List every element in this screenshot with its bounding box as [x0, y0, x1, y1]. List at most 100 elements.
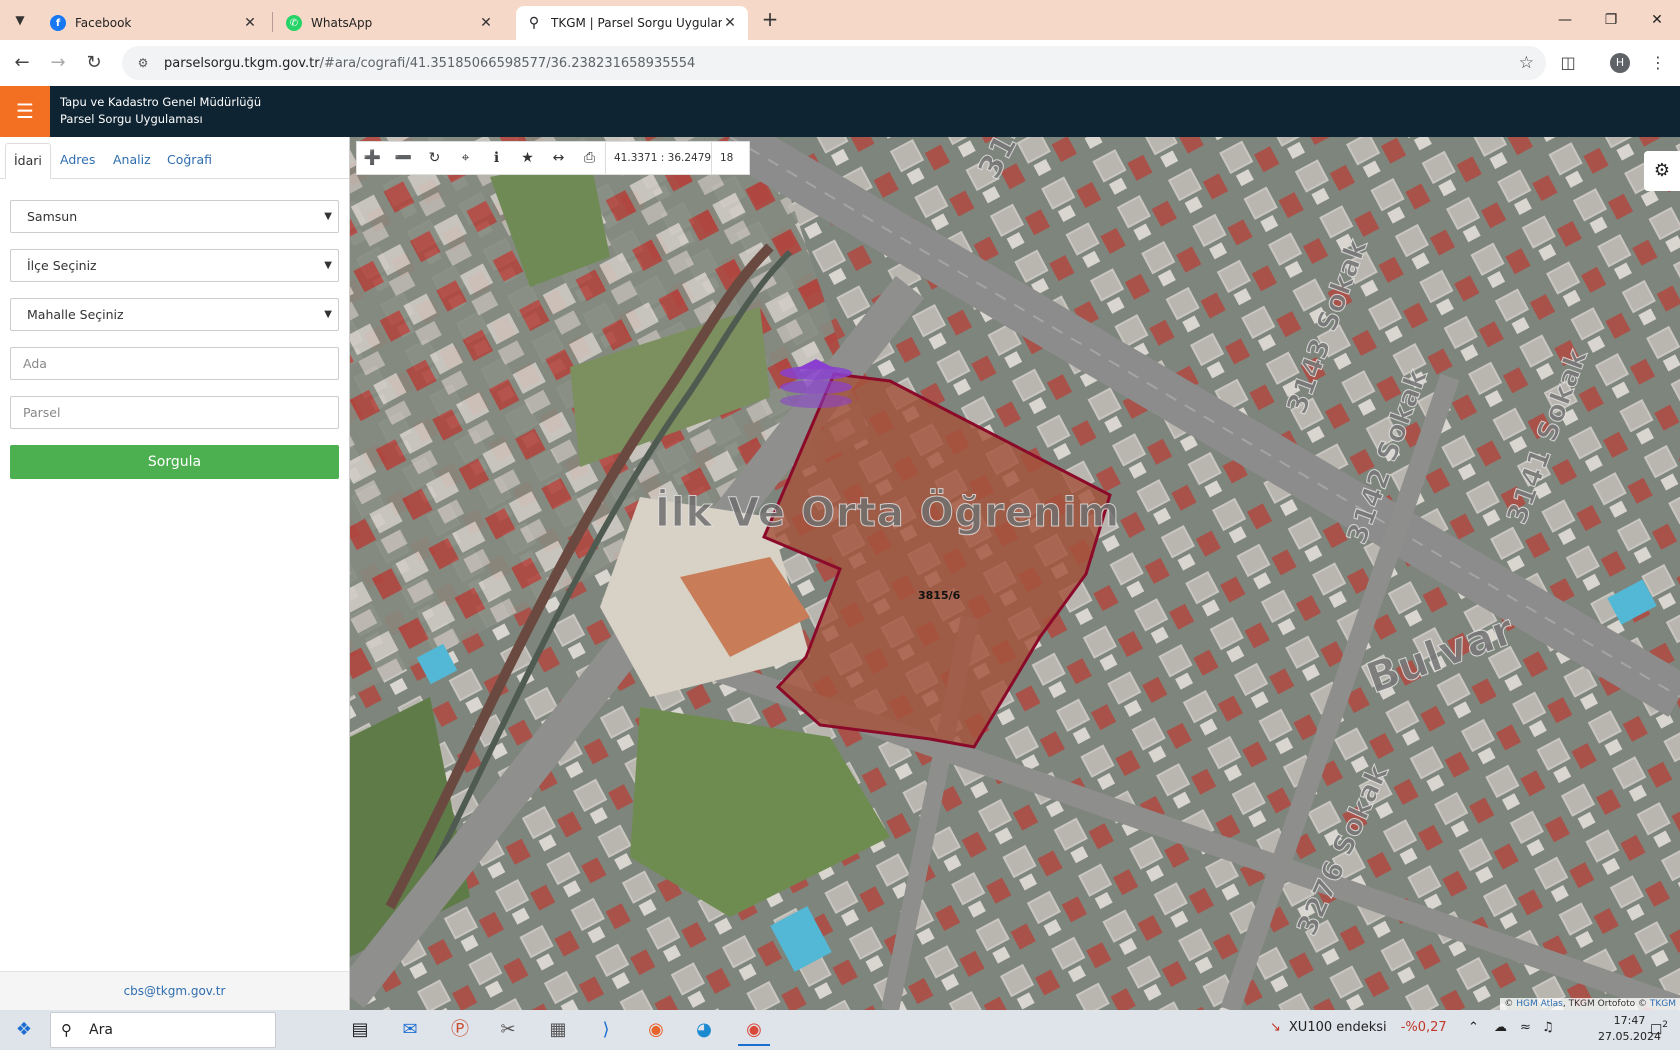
chevron-down-icon: ▼ — [324, 211, 332, 222]
print-icon[interactable]: ⎙ — [574, 142, 605, 174]
whatsapp-icon: ✆ — [286, 15, 302, 31]
url-host: parselsorgu.tkgm.gov.tr — [164, 55, 320, 71]
stock-change: -%0,27 — [1400, 1020, 1447, 1035]
weather-icon[interactable]: ☁ — [1494, 1020, 1507, 1035]
ada-input[interactable]: Ada — [10, 347, 339, 380]
measure-icon[interactable]: ↔ — [543, 142, 574, 174]
wifi-icon[interactable]: ≈ — [1520, 1020, 1531, 1035]
attribution-owner-link[interactable]: TKGM — [1650, 999, 1676, 1009]
close-tab-icon[interactable]: ✕ — [242, 15, 258, 31]
parcel-label[interactable]: 3815/6 — [918, 589, 960, 602]
browser-tab-bar: ▼ f Facebook ✕ ✆ WhatsApp ✕ ⚲ TKGM | Par… — [0, 0, 1680, 40]
powerpoint-icon[interactable]: Ⓟ — [444, 1014, 476, 1046]
attribution-link[interactable]: HGM Atlas — [1516, 999, 1563, 1009]
extensions-icon[interactable]: ◫ — [1554, 49, 1582, 77]
url-text[interactable]: parselsorgu.tkgm.gov.tr/#ara/cografi/41.… — [164, 56, 695, 71]
gear-icon[interactable]: ⚙ — [1644, 151, 1680, 191]
search-icon: ⚲ — [61, 1021, 72, 1039]
map-toolbar: ➕ ➖ ↻ ⌖ ℹ ★ ↔ ⎙ 41.3371 : 36.2479 18 — [356, 141, 750, 175]
close-tab-icon[interactable]: ✕ — [478, 15, 494, 31]
tab-title: Facebook — [75, 16, 132, 30]
reload-icon[interactable]: ↻ — [80, 49, 108, 77]
tab-title: WhatsApp — [311, 16, 373, 30]
map-attribution: © HGM Atlas, TKGM Ortofoto © TKGM — [1500, 998, 1680, 1010]
forward-icon[interactable]: → — [44, 49, 72, 77]
tab-cografi[interactable]: Coğrafi — [159, 143, 220, 179]
query-panel: İdari Adres Analiz Coğrafi Samsun ▼ İlçe… — [0, 137, 350, 1010]
new-tab-button[interactable]: + — [758, 8, 782, 32]
windows-taskbar: ❖ ⚲ Ara ▤ ✉ Ⓟ ✂ ▦ ⟩ ◉ ◕ ◉ ↘ XU100 endeks… — [0, 1010, 1680, 1050]
site-settings-icon[interactable]: ⚙ — [134, 56, 152, 70]
satellite-imagery — [350, 137, 1680, 1010]
address-bar[interactable]: ⚙ parselsorgu.tkgm.gov.tr/#ara/cografi/4… — [122, 46, 1546, 80]
ilce-select[interactable]: İlçe Seçiniz ▼ — [10, 249, 339, 282]
notification-icon[interactable]: □2 — [1650, 1020, 1668, 1036]
favorite-star-icon[interactable]: ★ — [512, 142, 543, 174]
zoom-out-icon[interactable]: ➖ — [388, 142, 419, 174]
mail-icon[interactable]: ✉ — [394, 1014, 426, 1046]
mahalle-select-value: Mahalle Seçiniz — [27, 307, 124, 322]
more-menu-icon[interactable]: ⋮ — [1644, 49, 1672, 77]
attribution-prefix: © — [1504, 999, 1514, 1009]
locate-crosshair-icon[interactable]: ⌖ — [450, 142, 481, 174]
query-tabs: İdari Adres Analiz Coğrafi — [0, 137, 349, 179]
poi-label: İlk Ve Orta Öğrenim — [654, 490, 1121, 537]
tab-analiz[interactable]: Analiz — [105, 143, 159, 179]
il-select[interactable]: Samsun ▼ — [10, 200, 339, 233]
refresh-icon[interactable]: ↻ — [419, 142, 450, 174]
ilce-select-value: İlçe Seçiniz — [27, 258, 97, 273]
tab-idari[interactable]: İdari — [5, 143, 51, 179]
map-pin-icon: ⚲ — [528, 15, 540, 31]
taskbar-search-text: Ara — [89, 1022, 113, 1038]
map-view[interactable]: İlk Ve Orta Öğrenim 3815/6 3145 3143 Sok… — [350, 137, 1680, 1010]
stock-chart-icon: ↘ — [1270, 1020, 1281, 1035]
url-path: /#ara/cografi/41.35185066598577/36.23823… — [319, 55, 696, 71]
tab-separator — [272, 12, 273, 32]
info-icon[interactable]: ℹ — [481, 142, 512, 174]
hamburger-menu-icon[interactable]: ☰ — [0, 86, 50, 137]
bookmark-star-icon[interactable]: ☆ — [1519, 53, 1534, 73]
stock-widget[interactable]: ↘ XU100 endeksi -%0,27 — [1270, 1020, 1447, 1035]
zoom-in-icon[interactable]: ➕ — [357, 142, 388, 174]
tab-adres[interactable]: Adres — [52, 143, 103, 179]
vscode-icon[interactable]: ⟩ — [590, 1014, 622, 1046]
minimize-button[interactable]: — — [1542, 0, 1588, 40]
app-title: Tapu ve Kadastro Genel Müdürlüğü Parsel … — [60, 94, 261, 128]
attribution-text: , TKGM Ortofoto © — [1562, 999, 1647, 1009]
tab-title: TKGM | Parsel Sorgu Uygulaması — [551, 16, 722, 30]
close-window-button[interactable]: ✕ — [1634, 0, 1680, 40]
coordinate-readout[interactable]: 41.3371 : 36.2479 — [605, 142, 711, 174]
notification-count: 2 — [1662, 1020, 1669, 1030]
chevron-down-icon: ▼ — [324, 260, 332, 271]
taskbar-search[interactable]: ⚲ Ara — [50, 1012, 276, 1048]
tab-search-chevron-icon[interactable]: ▼ — [8, 8, 32, 32]
windows-start-icon[interactable]: ❖ — [8, 1014, 40, 1046]
parsel-input[interactable]: Parsel — [10, 396, 339, 429]
calculator-icon[interactable]: ▦ — [542, 1014, 574, 1046]
task-view-icon[interactable]: ▤ — [344, 1014, 376, 1046]
back-icon[interactable]: ← — [8, 49, 36, 77]
app-icon[interactable]: ◉ — [640, 1014, 672, 1046]
volume-icon[interactable]: ♫ — [1542, 1020, 1554, 1035]
chevron-up-icon[interactable]: ⌃ — [1468, 1020, 1479, 1035]
mahalle-select[interactable]: Mahalle Seçiniz ▼ — [10, 298, 339, 331]
browser-toolbar: ← → ↻ ⚙ parselsorgu.tkgm.gov.tr/#ara/cog… — [0, 40, 1680, 86]
profile-avatar[interactable]: H — [1610, 53, 1630, 73]
snipping-tool-icon[interactable]: ✂ — [492, 1014, 524, 1046]
zoom-level-field[interactable]: 18 — [711, 142, 749, 174]
chevron-down-icon: ▼ — [324, 309, 332, 320]
tab-tkgm[interactable]: ⚲ TKGM | Parsel Sorgu Uygulaması ✕ — [516, 6, 748, 40]
il-select-value: Samsun — [27, 209, 78, 224]
app-title-line2: Parsel Sorgu Uygulaması — [60, 112, 203, 126]
footer-email-link[interactable]: cbs@tkgm.gov.tr — [0, 971, 349, 1010]
facebook-icon: f — [50, 15, 66, 31]
chrome-icon[interactable]: ◉ — [738, 1014, 770, 1046]
close-tab-icon[interactable]: ✕ — [722, 15, 738, 31]
app-title-line1: Tapu ve Kadastro Genel Müdürlüğü — [60, 95, 262, 109]
restore-button[interactable]: ❐ — [1588, 0, 1634, 40]
edge-icon[interactable]: ◕ — [688, 1014, 720, 1046]
tab-whatsapp[interactable]: ✆ WhatsApp ✕ — [276, 6, 504, 40]
stock-name: XU100 endeksi — [1288, 1020, 1387, 1035]
sorgula-button[interactable]: Sorgula — [10, 445, 339, 479]
tab-facebook[interactable]: f Facebook ✕ — [40, 6, 268, 40]
